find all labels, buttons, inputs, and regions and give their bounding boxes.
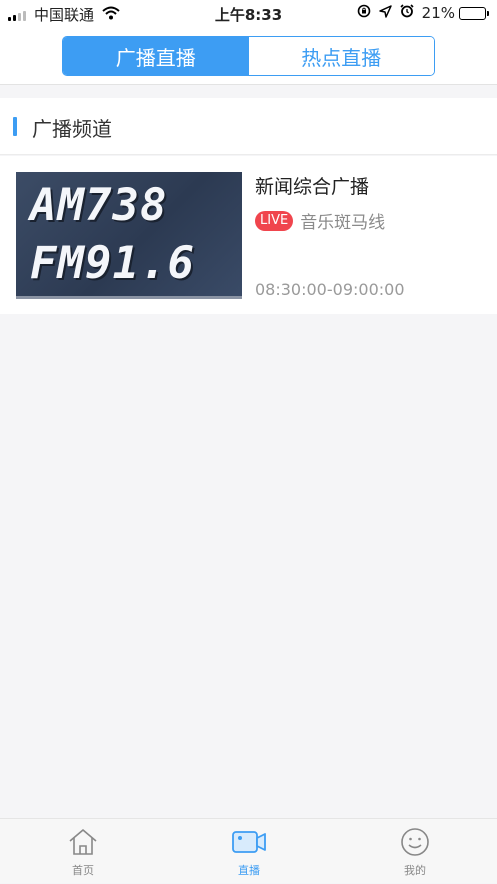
tabbar-label-mine: 我的: [404, 864, 426, 877]
channel-name[interactable]: 新闻综合广播: [255, 172, 369, 199]
alarm-icon: [400, 4, 414, 22]
status-bar: 中国联通 上午8:33 21%: [0, 0, 497, 28]
orientation-lock-icon: [357, 4, 371, 22]
live-badge: LIVE: [255, 210, 294, 231]
location-icon: [378, 4, 392, 22]
top-navbar: 广播直播 热点直播: [0, 28, 497, 85]
thumbnail-text-am: AM738: [30, 180, 168, 231]
thumbnail-text-fm: FM91.6: [30, 238, 195, 289]
battery-percent: 21%: [421, 4, 455, 22]
tab-radio-live[interactable]: 广播直播: [63, 37, 249, 75]
section-accent-bar: [13, 117, 17, 136]
live-row: LIVE 音乐斑马线: [255, 208, 385, 233]
program-time-range: 08:30:00-09:00:00: [255, 280, 405, 299]
bottom-tabbar: 首页 直播 我的: [0, 818, 497, 883]
status-right: 21%: [349, 4, 489, 22]
channel-card[interactable]: AM738 FM91.6: [0, 156, 497, 314]
tabbar-label-home: 首页: [72, 864, 94, 877]
tabbar-item-mine[interactable]: 我的: [332, 819, 497, 884]
tabbar-label-live: 直播: [238, 864, 260, 877]
tabbar-item-live[interactable]: 直播: [166, 819, 332, 884]
live-type-segmented-control: 广播直播 热点直播: [62, 36, 435, 76]
section-title: 广播频道: [32, 117, 112, 141]
smiley-icon: [398, 827, 432, 857]
home-icon: [66, 827, 100, 857]
tabbar-item-home[interactable]: 首页: [0, 819, 166, 884]
battery-icon: [459, 6, 489, 20]
video-camera-icon: [232, 827, 266, 857]
section-header: 广播频道: [0, 98, 497, 155]
channel-thumbnail[interactable]: AM738 FM91.6: [16, 172, 242, 299]
tab-hot-live[interactable]: 热点直播: [248, 37, 434, 75]
current-program: 音乐斑马线: [300, 213, 386, 233]
